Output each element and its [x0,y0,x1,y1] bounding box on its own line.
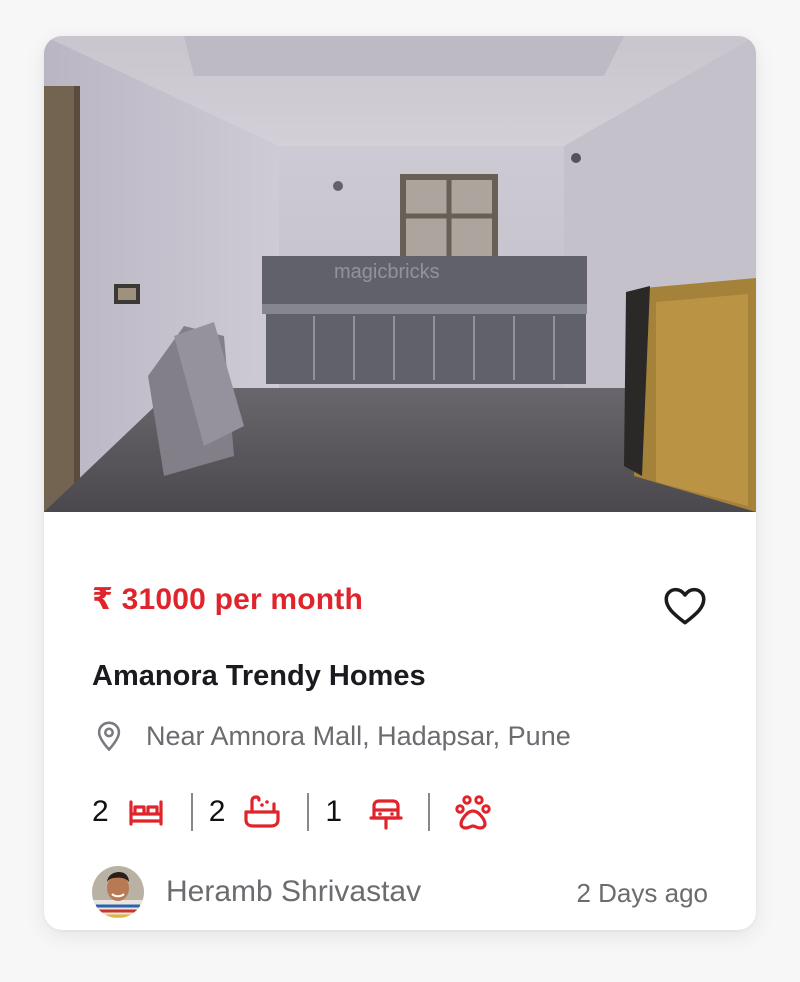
property-photo[interactable]: magicbricks [44,36,756,512]
divider [428,793,431,831]
favorite-button[interactable] [660,580,710,630]
bedroom-count: 2 [92,795,109,828]
location-text: Near Amnora Mall, Hadapsar, Pune [146,720,571,751]
amenities: 2 2 1 [92,788,494,836]
property-title[interactable]: Amanora Trendy Homes [92,660,426,693]
bathtub-icon [244,795,280,828]
price: ₹ 31000 per month [92,583,364,616]
divider [307,793,310,831]
card-details: ₹ 31000 per month Amanora Trendy Homes N… [44,512,756,930]
paw-icon [455,795,491,830]
heart-icon [664,587,706,625]
avatar[interactable] [92,866,144,918]
agent-name[interactable]: Heramb Shrivastav [166,875,421,909]
agent[interactable]: Heramb Shrivastav [92,864,421,920]
posted-time: 2 Days ago [576,878,708,908]
location: Near Amnora Mall, Hadapsar, Pune [92,718,571,754]
bed-icon [129,800,163,826]
parking-count: 1 [325,795,343,828]
divider [190,793,193,831]
car-icon [369,799,403,830]
property-card[interactable]: magicbricks ₹ 31000 per month Amanora Tr… [44,36,756,930]
bathroom-count: 2 [208,795,226,828]
location-pin-icon [97,721,121,752]
